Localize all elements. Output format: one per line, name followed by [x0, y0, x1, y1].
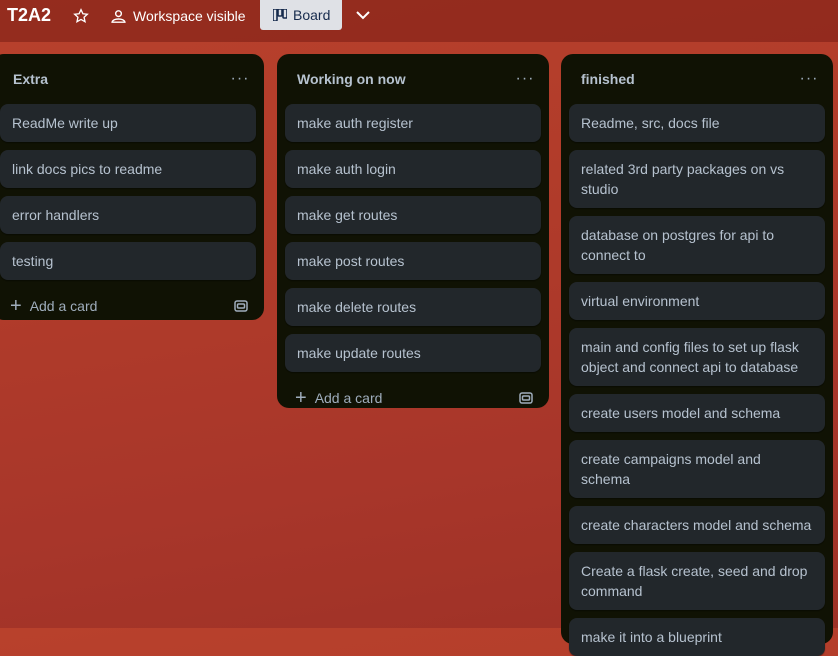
add-card-label: Add a card: [29, 298, 98, 314]
list-title[interactable]: Working on now: [289, 71, 406, 87]
card-title: virtual environment: [581, 293, 700, 309]
board-title[interactable]: T2A2: [7, 5, 51, 25]
card-title: database on postgres for api to connect …: [581, 227, 775, 263]
board-header: T2A2 Workspace visible Board: [0, 0, 838, 42]
add-card-label: Add a card: [314, 390, 383, 406]
card-title: make it into a blueprint: [581, 629, 722, 645]
card-title: make auth register: [297, 115, 413, 131]
visibility-label: Workspace visible: [133, 8, 246, 24]
card[interactable]: create users model and schema: [569, 394, 825, 432]
list-title[interactable]: finished: [573, 71, 635, 87]
card[interactable]: virtual environment: [569, 282, 825, 320]
card[interactable]: error handlers: [0, 196, 256, 234]
card-title: make post routes: [297, 253, 405, 269]
star-icon: [73, 8, 89, 23]
card[interactable]: testing: [0, 242, 256, 280]
card-title: make update routes: [297, 345, 421, 361]
board-view-label: Board: [293, 7, 331, 23]
list-extra: Extra ··· ReadMe write up link docs pics…: [0, 54, 264, 320]
card-title: create characters model and schema: [581, 517, 812, 533]
card[interactable]: make post routes: [285, 242, 541, 280]
card[interactable]: ReadMe write up: [0, 104, 256, 142]
card-title: create campaigns model and schema: [581, 451, 761, 487]
card[interactable]: link docs pics to readme: [0, 150, 256, 188]
star-button[interactable]: [68, 4, 94, 28]
card-template-icon[interactable]: [519, 391, 533, 405]
list-header: Extra ···: [0, 54, 256, 104]
list-finished: finished ··· Readme, src, docs file rela…: [561, 54, 833, 656]
card[interactable]: related 3rd party packages on vs studio: [569, 150, 825, 208]
card-title: make auth login: [297, 161, 396, 177]
card-title: link docs pics to readme: [12, 161, 163, 177]
card-title: testing: [12, 253, 54, 269]
card[interactable]: make update routes: [285, 334, 541, 372]
list-menu-button[interactable]: ···: [513, 70, 537, 88]
board-icon: [273, 9, 287, 21]
add-card-button[interactable]: + Add a card: [289, 388, 382, 408]
card[interactable]: make auth login: [285, 150, 541, 188]
card[interactable]: make auth register: [285, 104, 541, 142]
list-header: Working on now ···: [285, 54, 541, 104]
views-dropdown-button[interactable]: [352, 4, 374, 26]
card-title: error handlers: [12, 207, 100, 223]
card-title: main and config files to set up flask ob…: [581, 339, 799, 375]
card[interactable]: main and config files to set up flask ob…: [569, 328, 825, 386]
add-card-row: + Add a card: [285, 380, 541, 416]
card[interactable]: Create a flask create, seed and drop com…: [569, 552, 825, 610]
list-title[interactable]: Extra: [4, 71, 48, 87]
card[interactable]: make delete routes: [285, 288, 541, 326]
card-title: make delete routes: [297, 299, 417, 315]
list-menu-button[interactable]: ···: [797, 70, 821, 88]
card-title: Create a flask create, seed and drop com…: [581, 563, 808, 599]
list-menu-button[interactable]: ···: [228, 70, 252, 88]
card-template-icon[interactable]: [234, 299, 248, 313]
card[interactable]: create campaigns model and schema: [569, 440, 825, 498]
visibility-button[interactable]: Workspace visible: [110, 4, 246, 28]
card[interactable]: create characters model and schema: [569, 506, 825, 544]
card-title: make get routes: [297, 207, 398, 223]
list-header: finished ···: [569, 54, 825, 104]
board-view-button[interactable]: Board: [260, 0, 342, 30]
plus-icon: +: [295, 387, 307, 409]
add-card-row: + Add a card: [0, 288, 256, 324]
card-title: Readme, src, docs file: [581, 115, 720, 131]
list-working-on-now: Working on now ··· make auth register ma…: [277, 54, 549, 408]
card-title: related 3rd party packages on vs studio: [581, 161, 785, 197]
card[interactable]: make it into a blueprint: [569, 618, 825, 656]
card[interactable]: make get routes: [285, 196, 541, 234]
chevron-down-icon: [356, 11, 370, 20]
card-title: create users model and schema: [581, 405, 781, 421]
plus-icon: +: [10, 295, 22, 317]
card[interactable]: database on postgres for api to connect …: [569, 216, 825, 274]
add-card-button[interactable]: + Add a card: [4, 296, 97, 316]
card-title: ReadMe write up: [12, 115, 118, 131]
people-icon: [111, 9, 126, 23]
card[interactable]: Readme, src, docs file: [569, 104, 825, 142]
